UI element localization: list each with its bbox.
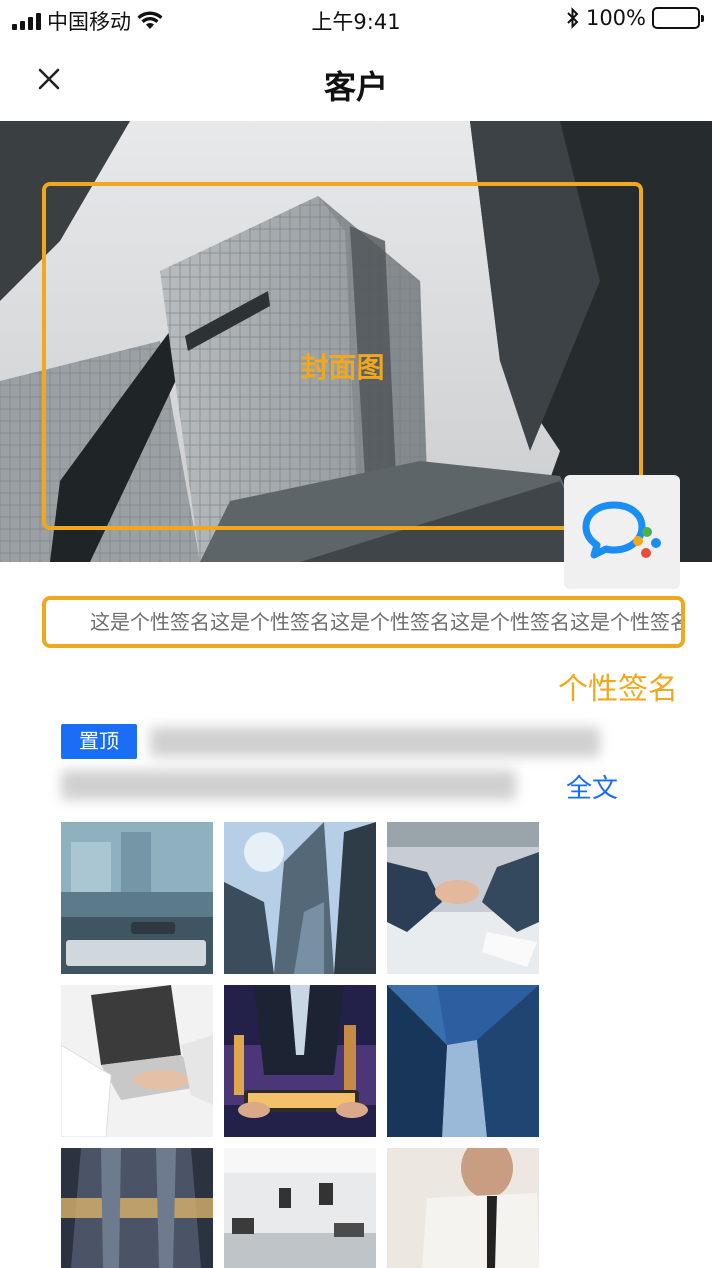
handshake-photo	[387, 822, 539, 974]
photo-thumbnail[interactable]	[224, 822, 376, 974]
battery-percent: 100%	[585, 6, 646, 30]
office-interior-photo	[224, 1148, 376, 1268]
photo-thumbnail[interactable]	[61, 1148, 213, 1268]
building-sunset-photo	[61, 1148, 213, 1268]
status-bar: 中国移动 上午9:41 100%	[0, 0, 712, 40]
man-tie-photo	[387, 1148, 539, 1268]
photo-thumbnail[interactable]	[61, 822, 213, 974]
photo-thumbnail[interactable]	[387, 1148, 539, 1268]
photo-thumbnail[interactable]	[61, 985, 213, 1137]
full-text-link[interactable]: 全文	[566, 768, 618, 805]
blurred-post-text	[61, 770, 516, 800]
wecom-app-badge[interactable]	[564, 475, 680, 589]
pinned-badge: 置顶	[61, 724, 137, 759]
bluetooth-icon	[567, 7, 579, 29]
laptop-typing-photo	[61, 985, 213, 1137]
glass-towers-photo	[387, 985, 539, 1137]
battery-icon	[652, 7, 704, 29]
status-right: 100%	[566, 6, 704, 30]
keyboard-desk-photo	[61, 822, 213, 974]
signature-label: 个性签名	[558, 672, 678, 707]
page-title: 客户	[323, 68, 388, 106]
photo-thumbnail[interactable]	[387, 822, 539, 974]
photo-thumbnail[interactable]	[224, 985, 376, 1137]
signature-text: 这是个性签名这是个性签名这是个性签名这是个性签名这是个性签名	[42, 596, 685, 648]
blurred-post-text	[150, 727, 600, 757]
wecom-icon	[582, 501, 661, 559]
nav-bar: 客户	[0, 40, 712, 120]
photo-thumbnail[interactable]	[224, 1148, 376, 1268]
businessman-tablet-photo	[224, 985, 376, 1137]
skyscrapers-photo	[224, 822, 376, 974]
photo-thumbnail[interactable]	[387, 985, 539, 1137]
